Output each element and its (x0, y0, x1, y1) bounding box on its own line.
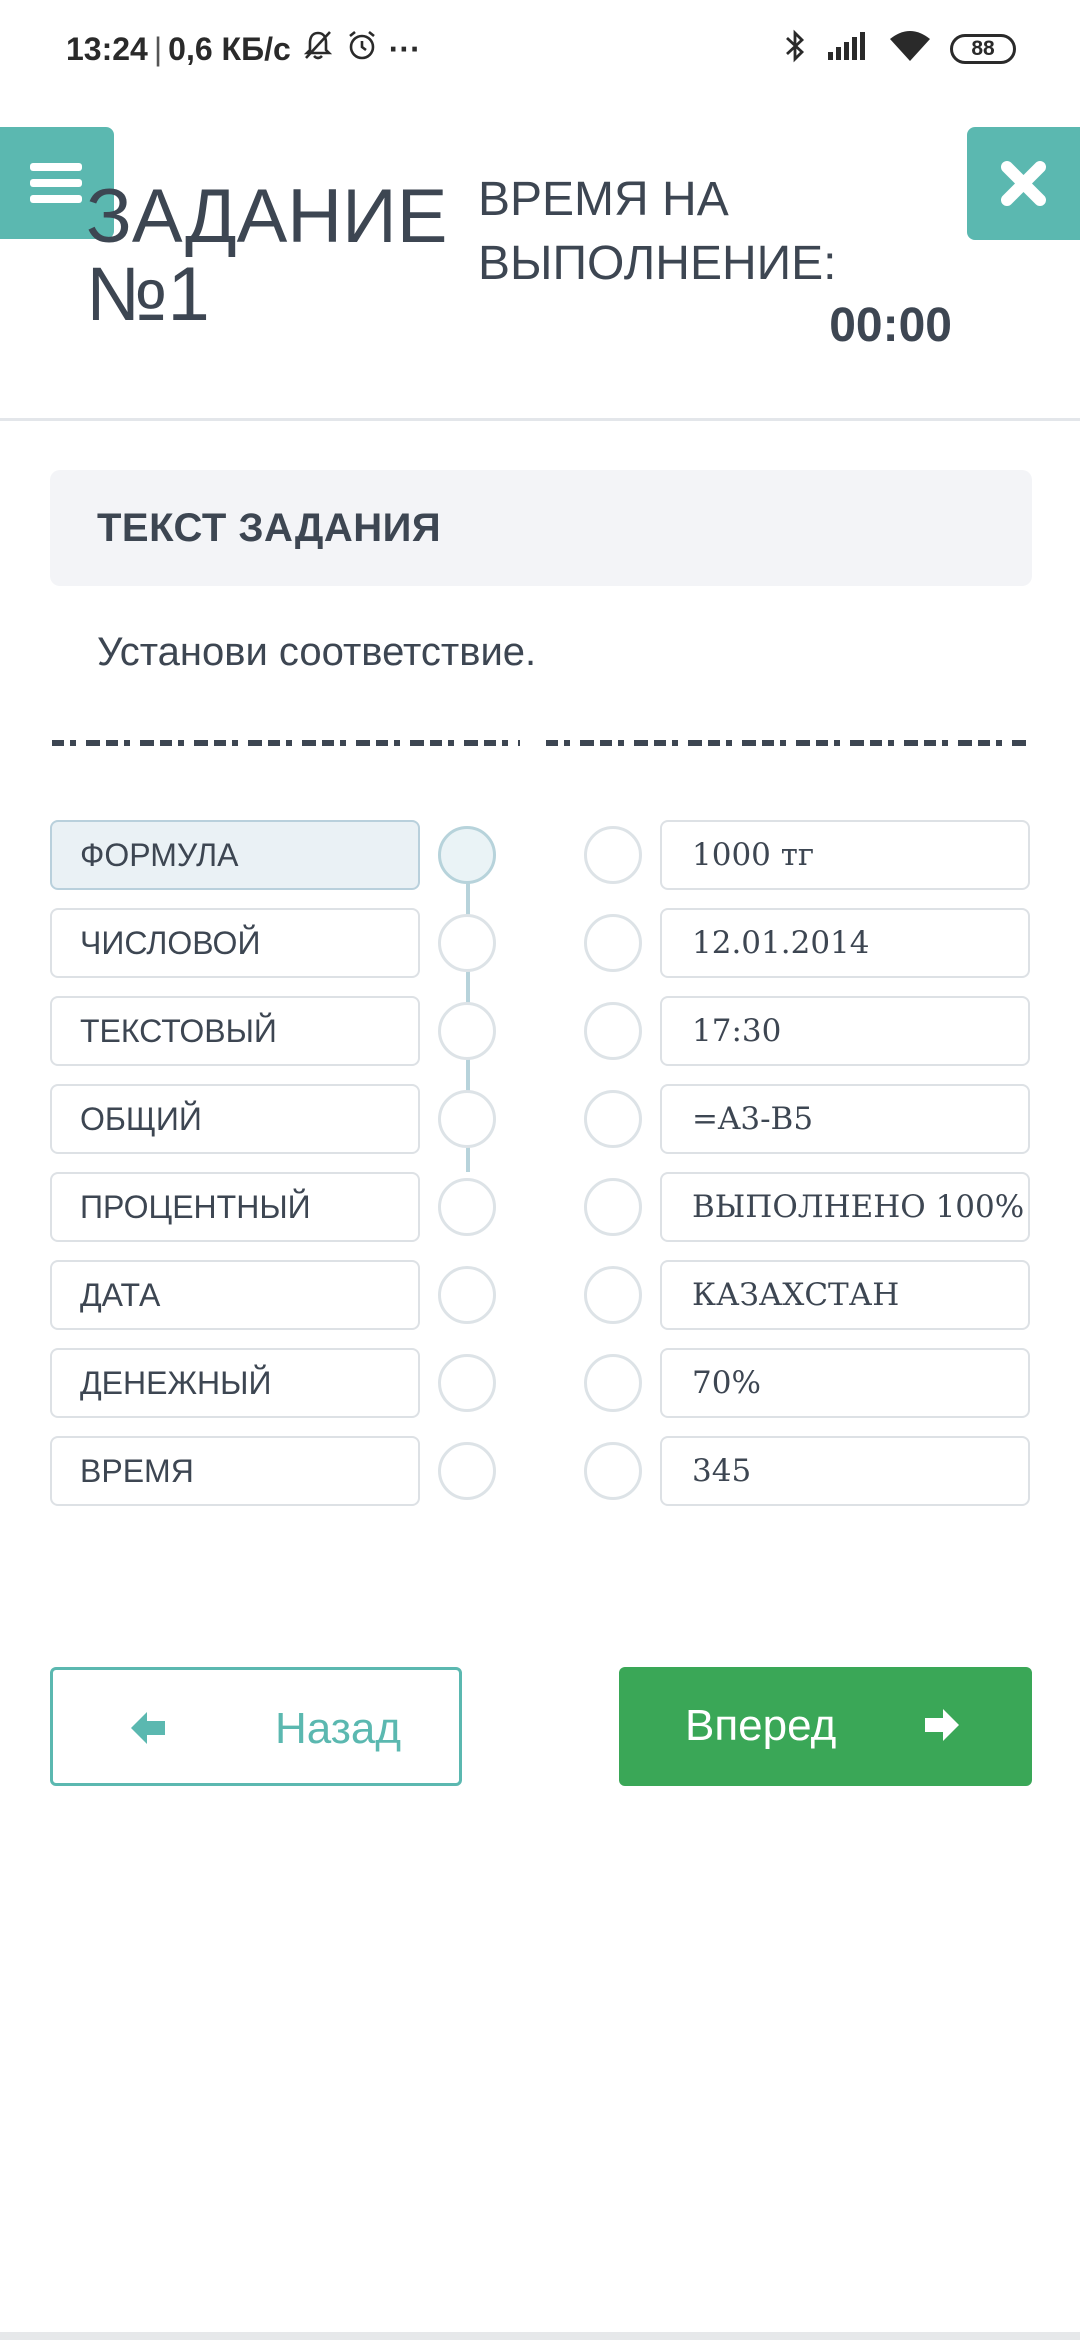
timer-value: 00:00 (829, 299, 952, 352)
hamburger-menu-icon (30, 179, 82, 187)
bottom-nav-line (0, 2332, 1080, 2340)
hamburger-menu-icon (30, 163, 82, 171)
right-option[interactable]: 1000 тг (660, 820, 1030, 890)
left-option[interactable]: ВРЕМЯ (50, 1436, 420, 1506)
left-connector-dot[interactable] (438, 1266, 496, 1324)
task-heading: ТЕКСТ ЗАДАНИЯ (97, 506, 442, 550)
arrow-right-icon (921, 1705, 963, 1750)
matching-row: ОБЩИЙ =A3-B5 (0, 1084, 1080, 1156)
right-option[interactable]: 12.01.2014 (660, 908, 1030, 978)
matching-row: ЧИСЛОВОЙ 12.01.2014 (0, 908, 1080, 980)
battery-indicator: 88 (950, 33, 1016, 64)
alarm-clock-icon (345, 28, 379, 70)
matching-area: ФОРМУЛА 1000 тг ЧИСЛОВОЙ 12.01.2014 ТЕКСТОВЫ… (0, 820, 1080, 1520)
left-option[interactable]: ТЕКСТОВЫЙ (50, 996, 420, 1066)
header-divider (0, 418, 1080, 421)
left-connector-dot[interactable] (438, 1354, 496, 1412)
left-connector-dot[interactable] (438, 1178, 496, 1236)
left-option[interactable]: ДЕНЕЖНЫЙ (50, 1348, 420, 1418)
left-option[interactable]: ПРОЦЕНТНЫЙ (50, 1172, 420, 1242)
wifi-icon (888, 29, 932, 68)
left-option[interactable]: ОБЩИЙ (50, 1084, 420, 1154)
close-x-icon (1001, 161, 1046, 206)
matching-row: ПРОЦЕНТНЫЙ ВЫПОЛНЕНО 100% (0, 1172, 1080, 1244)
signal-strength-icon (826, 30, 870, 67)
left-connector-dot[interactable] (438, 914, 496, 972)
close-button[interactable] (967, 127, 1080, 240)
status-right: 88 (782, 28, 1016, 69)
left-connector-dot[interactable] (438, 1442, 496, 1500)
matching-row: ДЕНЕЖНЫЙ 70% (0, 1348, 1080, 1420)
right-connector-dot[interactable] (584, 1090, 642, 1148)
left-connector-dot[interactable] (438, 1090, 496, 1148)
right-connector-dot[interactable] (584, 826, 642, 884)
bluetooth-icon (782, 28, 808, 69)
matching-row: ФОРМУЛА 1000 тг (0, 820, 1080, 892)
next-button[interactable]: Вперед (619, 1667, 1032, 1786)
right-connector-dot[interactable] (584, 1442, 642, 1500)
right-option[interactable]: 17:30 (660, 996, 1030, 1066)
right-connector-dot[interactable] (584, 1266, 642, 1324)
arrow-left-icon (127, 1708, 169, 1753)
right-option[interactable]: 70% (660, 1348, 1030, 1418)
right-option[interactable]: 345 (660, 1436, 1030, 1506)
right-option[interactable]: =A3-B5 (660, 1084, 1030, 1154)
matching-row: ВРЕМЯ 345 (0, 1436, 1080, 1508)
left-connector-dot[interactable] (438, 1002, 496, 1060)
left-option[interactable]: ФОРМУЛА (50, 820, 420, 890)
dashed-separator-right (546, 740, 1030, 746)
back-button-label: Назад (275, 1704, 402, 1753)
left-option[interactable]: ДАТА (50, 1260, 420, 1330)
right-connector-dot[interactable] (584, 1354, 642, 1412)
right-connector-dot[interactable] (584, 1178, 642, 1236)
time-label: ВРЕМЯ НА ВЫПОЛНЕНИЕ: (478, 173, 837, 290)
right-connector-dot[interactable] (584, 1002, 642, 1060)
status-left: 13:24 | 0,6 КБ/с ··· (66, 28, 421, 70)
task-title: ЗАДАНИЕ №1 (86, 174, 448, 337)
right-connector-dot[interactable] (584, 914, 642, 972)
task-instruction: Установи соответствие. (97, 630, 537, 674)
status-bar: 13:24 | 0,6 КБ/с ··· 88 (0, 0, 1080, 100)
right-option[interactable]: ВЫПОЛНЕНО 100% (660, 1172, 1030, 1242)
back-button[interactable]: Назад (50, 1667, 462, 1786)
network-speed: 0,6 КБ/с (168, 30, 291, 67)
more-dots-icon: ··· (388, 30, 421, 67)
bell-muted-icon (301, 28, 335, 70)
dashed-separator-left (52, 740, 520, 746)
hamburger-menu-icon (30, 195, 82, 203)
matching-row: ДАТА КАЗАХСТАН (0, 1260, 1080, 1332)
status-time: 13:24 (66, 30, 148, 67)
left-option[interactable]: ЧИСЛОВОЙ (50, 908, 420, 978)
status-separator: | (153, 30, 163, 67)
right-option[interactable]: КАЗАХСТАН (660, 1260, 1030, 1330)
matching-row: ТЕКСТОВЫЙ 17:30 (0, 996, 1080, 1068)
task-heading-box: ТЕКСТ ЗАДАНИЯ (50, 470, 1032, 586)
next-button-label: Вперед (685, 1701, 837, 1750)
left-connector-dot[interactable] (438, 826, 496, 884)
